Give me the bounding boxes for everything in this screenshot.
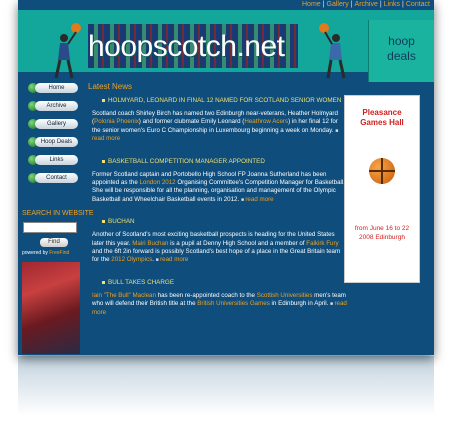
news-article: BUCHAN Another of Scotland's most exciti…	[88, 218, 350, 265]
sidebar-item-hoop-deals[interactable]: Hoop Deals	[28, 136, 78, 149]
sidebar-item-archive[interactable]: Archive	[28, 100, 78, 113]
read-more-link[interactable]: read more	[156, 256, 189, 263]
powered-by: powered by FreeFind	[22, 250, 69, 256]
sidebar-item-label: Links	[35, 155, 78, 165]
sidebar-item-label: Hoop Deals	[35, 137, 78, 147]
find-button[interactable]: Find	[40, 238, 68, 247]
article-link[interactable]: Scottish Universities	[257, 292, 313, 299]
header-banner: hoopscotch.net hoop deals	[18, 10, 434, 82]
sidebar-item-links[interactable]: Links	[28, 154, 78, 167]
article-link[interactable]: Heathrow Acers	[244, 118, 288, 125]
news-article: BULL TAKES CHARGE Iain "The Bull" Maclea…	[88, 279, 350, 317]
article-headline[interactable]: HOLMYARD, LEONARD IN FINAL 12 NAMED FOR …	[102, 97, 350, 104]
read-more-link[interactable]: read more	[241, 196, 274, 203]
article-body: Scotland coach Shirley Birch has named t…	[92, 110, 348, 144]
article-link[interactable]: Mairi Buchan	[132, 240, 168, 247]
sidebar-item-label: Home	[35, 83, 78, 93]
page-reflection	[18, 356, 434, 416]
powered-by-text: powered by	[22, 250, 48, 256]
sidebar-item-label: Contact	[35, 173, 78, 183]
basketball-player-left-icon	[54, 23, 81, 79]
sidebar-item-label: Gallery	[35, 119, 78, 129]
basketball-icon	[369, 158, 395, 184]
hoop-deals-line1: hoop	[388, 34, 415, 48]
article-headline[interactable]: BULL TAKES CHARGE	[102, 279, 350, 286]
basketball-player-right-icon	[319, 23, 346, 79]
topnav-gallery[interactable]: Gallery	[327, 1, 349, 8]
topnav-home[interactable]: Home	[302, 1, 321, 8]
top-navigation: Home | Gallery | Archive | Links | Contact	[302, 1, 430, 8]
article-link[interactable]: 2012 Olympics	[111, 256, 152, 263]
sidebar-item-label: Archive	[35, 101, 78, 111]
article-body: Iain "The Bull" Maclean has been re-appo…	[92, 292, 348, 317]
topnav-archive[interactable]: Archive	[355, 1, 378, 8]
news-article: BASKETBALL COMPETITION MANAGER APPOINTED…	[88, 158, 350, 205]
article-link[interactable]: London 2012	[139, 179, 175, 186]
article-body: Another of Scotland's most exciting bask…	[92, 231, 348, 265]
ad-title: Pleasance Games Hall	[360, 108, 404, 127]
news-article: HOLMYARD, LEONARD IN FINAL 12 NAMED FOR …	[88, 97, 350, 144]
pleasance-ad[interactable]: Pleasance Games Hall from June 16 to 22 20…	[344, 95, 420, 283]
article-link[interactable]: Iain "The Bull" Maclean	[92, 292, 156, 299]
news-column: Latest News HOLMYARD, LEONARD IN FINAL 1…	[88, 82, 350, 317]
hoop-deals-line2: deals	[387, 49, 416, 63]
article-body: Former Scotland captain and Portobello H…	[92, 171, 348, 205]
page-frame: Home | Gallery | Archive | Links | Contact hoops…	[18, 0, 434, 355]
site-logo[interactable]: hoopscotch.net	[88, 30, 285, 64]
latest-news-title: Latest News	[88, 82, 133, 91]
sidebar-item-contact[interactable]: Contact	[28, 172, 78, 185]
topnav-contact[interactable]: Contact	[406, 1, 430, 8]
sidebar-item-gallery[interactable]: Gallery	[28, 118, 78, 131]
article-headline[interactable]: BASKETBALL COMPETITION MANAGER APPOINTED	[102, 158, 350, 165]
sidebar-nav: Home Archive Gallery Hoop Deals Links Co…	[18, 82, 84, 190]
article-link[interactable]: British Universities Games	[197, 300, 270, 307]
ad-dates: from June 16 to 22 2008 Edinburgh	[354, 225, 410, 241]
basketball-photo	[22, 262, 80, 354]
search-input[interactable]	[23, 222, 77, 233]
article-link[interactable]: Polonia Phoenix	[94, 118, 139, 125]
freefind-link[interactable]: FreeFind	[49, 250, 69, 256]
search-label: SEARCH IN WEBSITE	[22, 210, 94, 217]
article-headline[interactable]: BUCHAN	[102, 218, 350, 225]
topnav-links[interactable]: Links	[384, 1, 400, 8]
hoop-deals-link[interactable]: hoop deals	[368, 20, 434, 82]
article-link[interactable]: Falkirk Fury	[306, 240, 338, 247]
sidebar-item-home[interactable]: Home	[28, 82, 78, 95]
